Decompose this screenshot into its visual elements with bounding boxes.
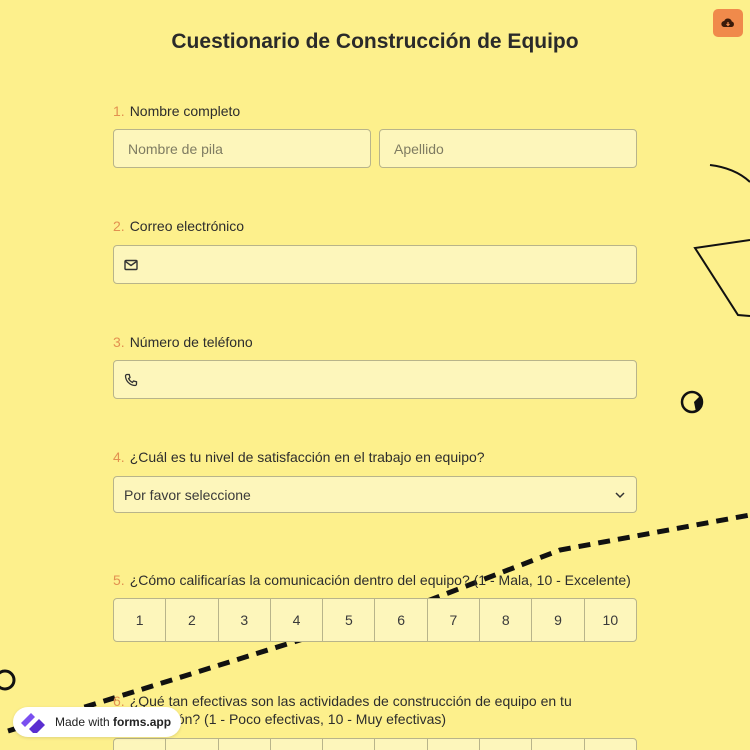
rating-option[interactable]	[217, 739, 270, 750]
badge-text: Made with forms.app	[55, 715, 171, 729]
badge-brand: forms.app	[113, 715, 172, 729]
rating-option-8[interactable]: 8	[479, 599, 531, 641]
question-4-number: 4.	[113, 449, 125, 465]
question-5-number: 5.	[113, 572, 125, 588]
rating-option-7[interactable]: 7	[426, 599, 479, 641]
badge-prefix: Made with	[55, 715, 114, 729]
rating-option[interactable]	[479, 739, 531, 750]
question-2-text: Correo electrónico	[129, 218, 245, 234]
chevron-down-icon	[615, 491, 625, 498]
question-2-label: 2. Correo electrónico	[113, 217, 244, 235]
rating-option-3[interactable]: 3	[217, 599, 270, 641]
form-title: Cuestionario de Construcción de Equipo	[171, 30, 579, 53]
question-1-label: 1. Nombre completo	[113, 102, 240, 120]
last-name-placeholder: Apellido	[394, 140, 444, 157]
rating-option-9[interactable]: 9	[531, 599, 583, 641]
question-6-label: 6. ¿Qué tan efectivas son las actividades…	[113, 692, 572, 728]
email-field[interactable]	[113, 245, 637, 284]
cloud-icon	[721, 18, 734, 28]
rating-option[interactable]	[374, 739, 426, 750]
rating-option-4[interactable]: 4	[269, 599, 322, 641]
first-name-input[interactable]: Nombre de pila	[113, 129, 371, 168]
phone-field[interactable]	[113, 360, 637, 399]
question-5-text: ¿Cómo calificarías la comunicación dentr…	[129, 572, 631, 588]
question-6-text-line1: ¿Qué tan efectivas son las actividades d…	[129, 693, 572, 709]
question-2-number: 2.	[113, 218, 125, 234]
phone-icon	[124, 373, 138, 386]
made-with-badge[interactable]: Made with forms.app	[13, 707, 182, 737]
last-name-input[interactable]: Apellido	[379, 129, 637, 168]
communication-rating-scale: 1 2 3 4 5 6 7 8 9 10	[113, 598, 637, 642]
rating-option[interactable]	[269, 739, 322, 750]
envelope-icon	[124, 259, 138, 270]
rating-option-10[interactable]: 10	[583, 599, 636, 641]
question-3-text: Número de teléfono	[129, 334, 253, 350]
rating-option-2[interactable]: 2	[165, 599, 217, 641]
question-3-number: 3.	[113, 334, 125, 350]
question-1-number: 1.	[113, 103, 125, 119]
question-3-label: 3. Número de teléfono	[113, 333, 253, 351]
rating-option[interactable]	[165, 739, 217, 750]
rating-option-6[interactable]: 6	[374, 599, 426, 641]
question-4-label: 4. ¿Cuál es tu nivel de satisfacción en e…	[113, 448, 485, 466]
first-name-placeholder: Nombre de pila	[128, 140, 223, 157]
rating-option-1[interactable]: 1	[114, 599, 165, 641]
rating-option[interactable]	[322, 739, 374, 750]
rating-option[interactable]	[531, 739, 583, 750]
rating-option[interactable]	[583, 739, 636, 750]
rating-option[interactable]	[114, 739, 165, 750]
question-5-label: 5. ¿Cómo calificarías la comunicación den…	[113, 571, 631, 589]
rating-option-5[interactable]: 5	[322, 599, 374, 641]
forms-app-logo-icon	[21, 713, 45, 733]
satisfaction-select[interactable]: Por favor seleccione	[113, 476, 637, 513]
rating-option[interactable]	[426, 739, 479, 750]
question-4-text: ¿Cuál es tu nivel de satisfacción en el …	[129, 449, 485, 465]
satisfaction-select-value: Por favor seleccione	[124, 486, 251, 503]
activities-rating-scale	[113, 738, 637, 750]
question-1-text: Nombre completo	[129, 103, 241, 119]
